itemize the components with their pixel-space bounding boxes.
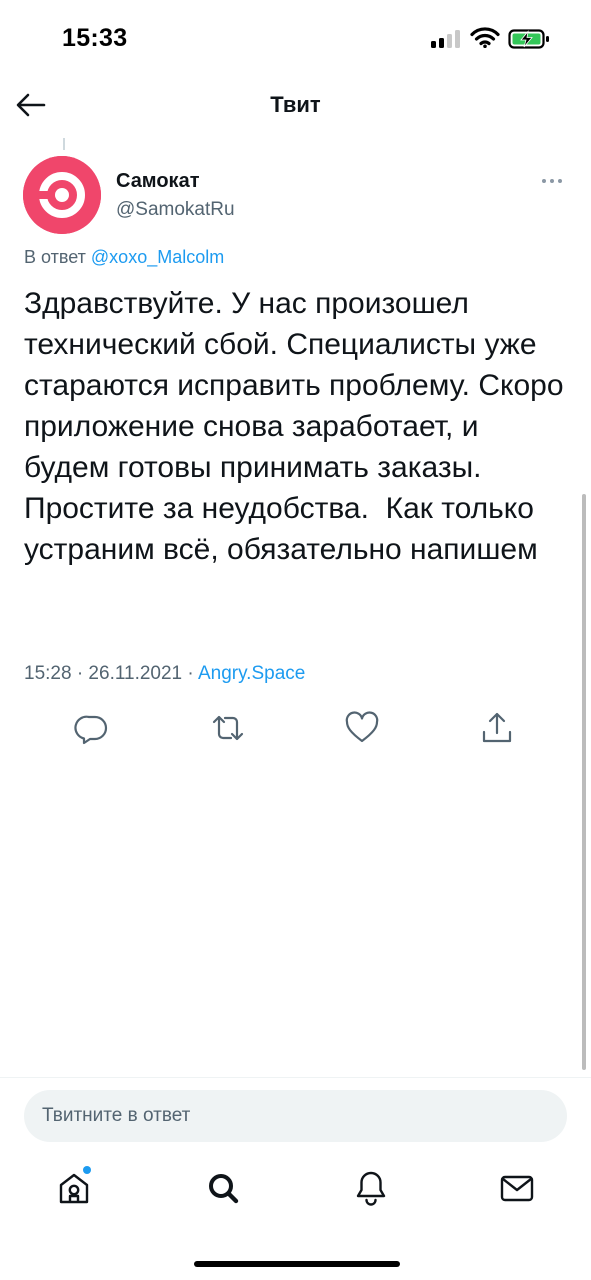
tab-notifications[interactable] (351, 1168, 391, 1208)
home-indicator (194, 1261, 400, 1267)
timestamp: 15:28 · 26.11.2021 · (24, 663, 198, 684)
like-icon (345, 711, 379, 743)
battery-charging-icon (508, 28, 552, 50)
divider (0, 1077, 591, 1078)
author-name[interactable]: Самокат (116, 170, 200, 193)
thread-connector-line (63, 138, 65, 150)
wifi-icon (470, 26, 500, 49)
status-bar: 15:33 (0, 0, 591, 80)
reply-button[interactable] (74, 710, 110, 746)
retweet-button[interactable] (210, 710, 246, 746)
cellular-signal-icon (431, 30, 461, 48)
samokat-logo-icon (23, 156, 101, 234)
avatar[interactable] (23, 156, 101, 234)
retweet-icon (212, 715, 244, 741)
tweet-meta: 15:28 · 26.11.2021 · Angry.Space (24, 663, 305, 685)
share-button[interactable] (479, 710, 515, 746)
top-nav-bar: Твит (0, 80, 591, 130)
search-icon (209, 1174, 239, 1204)
reply-icon (74, 715, 108, 745)
reply-to-mention[interactable]: @xoxo_Malcolm (91, 247, 224, 267)
home-icon (59, 1173, 89, 1204)
tab-messages[interactable] (497, 1168, 537, 1208)
tab-search[interactable] (203, 1168, 243, 1208)
reply-input[interactable] (24, 1090, 567, 1142)
tweet-actions (0, 706, 591, 750)
notifications-icon (356, 1171, 386, 1206)
bottom-tab-bar (0, 1160, 591, 1220)
status-time: 15:33 (62, 24, 128, 52)
tab-home[interactable] (54, 1166, 94, 1208)
scrollbar[interactable] (582, 494, 586, 1070)
reply-prefix: В ответ (24, 247, 86, 267)
source-link[interactable]: Angry.Space (198, 663, 305, 684)
author-handle[interactable]: @SamokatRu (116, 199, 235, 221)
share-icon (482, 712, 512, 743)
new-content-dot (83, 1166, 91, 1174)
more-options-button[interactable] (536, 170, 568, 190)
tweet-text: Здравствуйте. У нас произошел технически… (24, 287, 572, 566)
messages-icon (500, 1175, 534, 1202)
page-title: Твит (270, 92, 321, 117)
like-button[interactable] (344, 710, 380, 746)
reply-context: В ответ @xoxo_Malcolm (24, 247, 224, 268)
